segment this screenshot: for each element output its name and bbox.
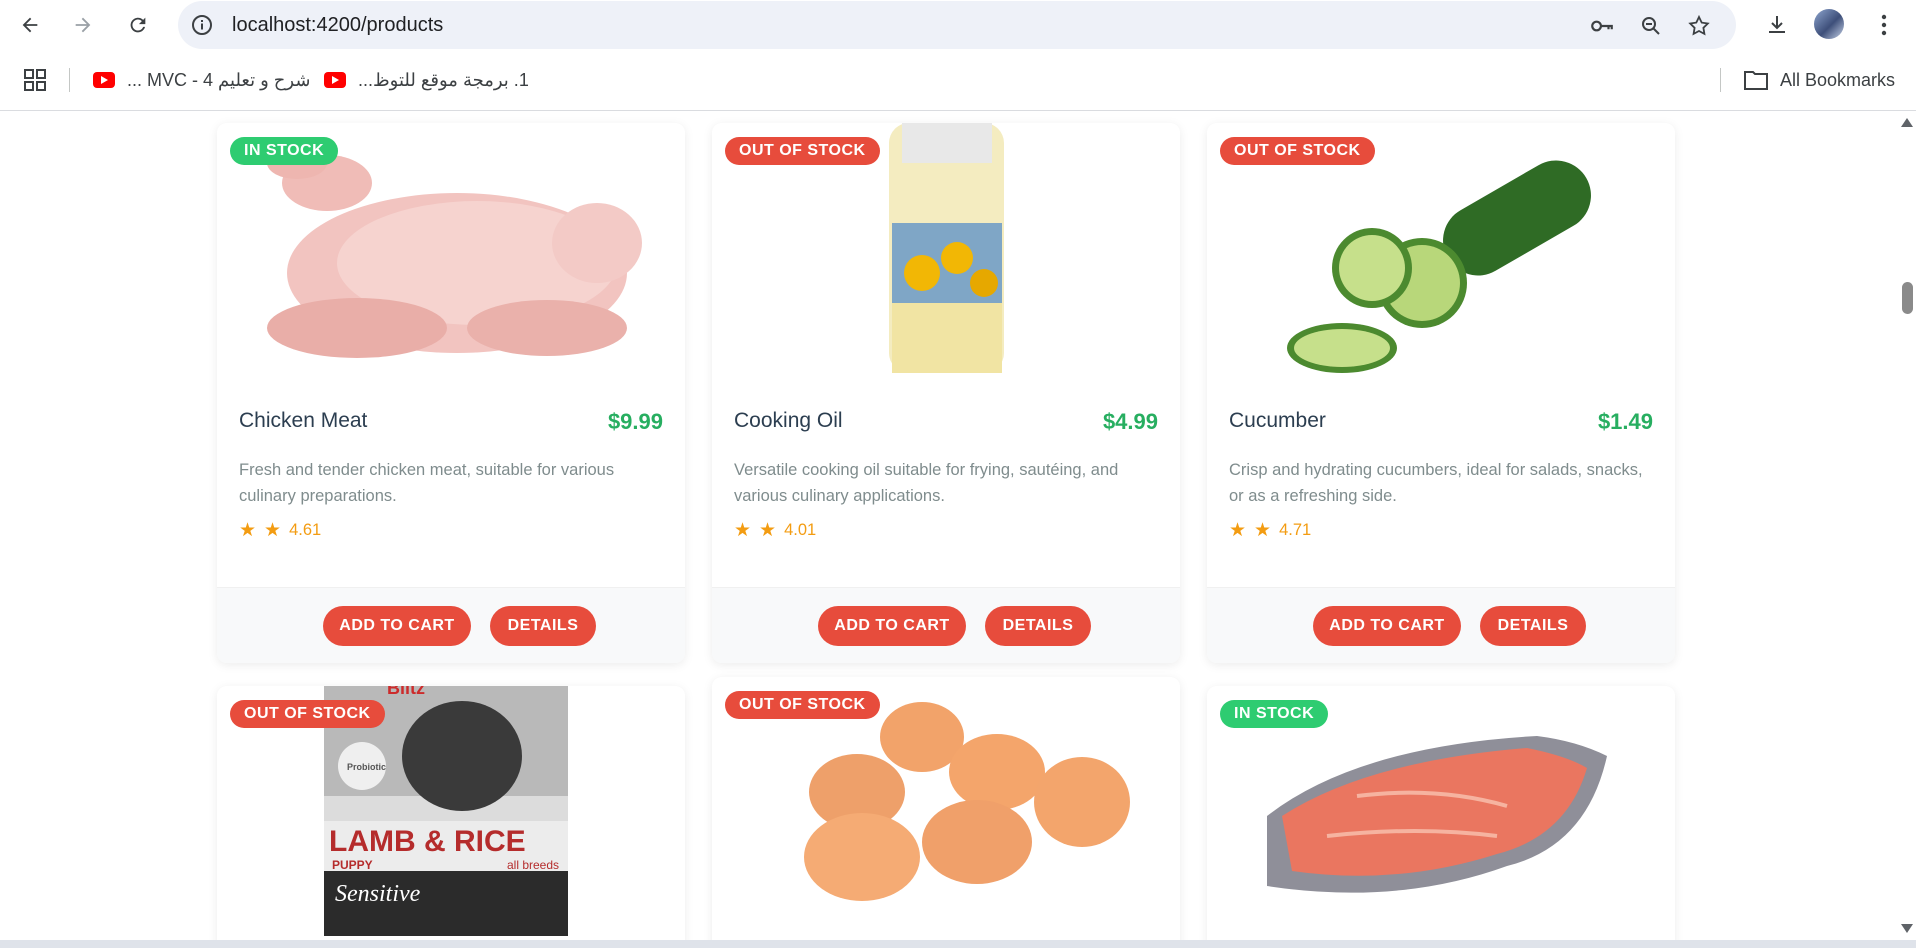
apps-grid-icon[interactable]	[24, 66, 46, 94]
bookmark-divider	[1720, 68, 1721, 92]
product-card: IN STOCK	[1207, 686, 1675, 940]
package-text: PUPPY	[332, 858, 373, 872]
youtube-icon	[324, 72, 346, 88]
product-price: $9.99	[607, 409, 663, 434]
product-card: OUT OF STOCK Cooking Oil $4.99 Versatile…	[712, 123, 1180, 663]
rating-value: 4.01	[784, 521, 817, 539]
bookmark-item[interactable]: 1. برمجة موقع للتوظ...	[324, 66, 529, 94]
star-icon: ★	[264, 520, 282, 541]
details-button[interactable]: DETAILS	[1480, 606, 1586, 646]
status-badge: OUT OF STOCK	[725, 137, 880, 165]
status-badge: OUT OF STOCK	[1220, 137, 1375, 165]
star-icon: ★	[1254, 520, 1272, 541]
status-badge: IN STOCK	[230, 137, 339, 165]
add-to-cart-button[interactable]: ADD TO CART	[818, 606, 966, 646]
card-actions: ADD TO CART DETAILS	[712, 587, 1180, 663]
card-actions: ADD TO CART DETAILS	[217, 587, 685, 663]
star-icon: ★	[734, 520, 752, 541]
product-card: OUT OF STOCK	[712, 677, 1180, 940]
brand-text: Blitz	[387, 686, 425, 698]
product-price: $1.49	[1597, 409, 1653, 434]
product-card: Blitz Probiotic LAMB & RICE PUPPY all br…	[217, 686, 685, 940]
scrollbar[interactable]	[1900, 111, 1916, 940]
product-card: OUT OF STOCK Cucumber $1.49 Crisp and hy…	[1207, 123, 1675, 663]
folder-icon	[1744, 71, 1768, 90]
bookmark-star-icon[interactable]	[1685, 12, 1713, 40]
details-button[interactable]: DETAILS	[985, 606, 1091, 646]
back-icon[interactable]	[14, 9, 46, 41]
all-bookmarks-label: All Bookmarks	[1780, 69, 1896, 90]
download-icon[interactable]	[1761, 9, 1793, 41]
card-actions: ADD TO CART DETAILS	[1207, 587, 1675, 663]
status-badge: OUT OF STOCK	[230, 700, 385, 728]
password-key-icon[interactable]	[1588, 12, 1616, 40]
url-text[interactable]: localhost:4200/products	[232, 14, 443, 37]
add-to-cart-button[interactable]: ADD TO CART	[1313, 606, 1461, 646]
product-card: IN STOCK Chicken Meat $9.99 Fresh and te…	[217, 123, 685, 663]
product-price: $4.99	[1102, 409, 1158, 434]
product-name: Cucumber	[1229, 409, 1326, 432]
rating-value: 4.71	[1279, 521, 1312, 539]
site-info-icon[interactable]	[190, 13, 214, 37]
product-rating: ★ ★ 4.01	[734, 519, 816, 542]
products-page: IN STOCK Chicken Meat $9.99 Fresh and te…	[0, 111, 1900, 940]
product-description: Fresh and tender chicken meat, suitable …	[239, 461, 615, 505]
more-menu-icon[interactable]	[1868, 9, 1900, 41]
star-icon: ★	[759, 520, 777, 541]
package-text: all breeds	[507, 858, 559, 872]
reload-icon[interactable]	[122, 9, 154, 41]
details-button[interactable]: DETAILS	[490, 606, 596, 646]
forward-icon[interactable]	[67, 9, 99, 41]
zoom-icon[interactable]	[1637, 12, 1665, 40]
scroll-up-arrow-icon[interactable]	[1901, 118, 1913, 127]
scroll-down-arrow-icon[interactable]	[1901, 924, 1913, 933]
package-text: Probiotic	[347, 762, 386, 772]
add-to-cart-button[interactable]: ADD TO CART	[323, 606, 471, 646]
profile-avatar[interactable]	[1814, 9, 1844, 39]
browser-toolbar: localhost:4200/products	[0, 0, 1916, 50]
bookmark-item[interactable]: شرح و تعليم MVC - 4 ...	[93, 66, 310, 94]
package-text: Sensitive	[335, 881, 421, 907]
product-description: Versatile cooking oil suitable for fryin…	[734, 461, 1119, 505]
scrollbar-thumb[interactable]	[1902, 282, 1913, 314]
product-rating: ★ ★ 4.71	[1229, 519, 1311, 542]
product-name: Chicken Meat	[239, 409, 368, 432]
product-rating: ★ ★ 4.61	[239, 519, 321, 542]
youtube-icon	[93, 72, 115, 88]
status-badge: IN STOCK	[1220, 700, 1329, 728]
bookmarks-bar: شرح و تعليم MVC - 4 ... 1. برمجة موقع لل…	[0, 58, 1916, 102]
status-badge: OUT OF STOCK	[725, 691, 880, 719]
bookmark-label: 1. برمجة موقع للتوظ...	[358, 69, 529, 90]
all-bookmarks-button[interactable]: All Bookmarks	[1744, 66, 1895, 94]
star-icon: ★	[1229, 520, 1247, 541]
package-text: LAMB & RICE	[329, 825, 526, 858]
address-bar[interactable]: localhost:4200/products	[178, 1, 1736, 49]
product-description: Crisp and hydrating cucumbers, ideal for…	[1229, 461, 1643, 505]
taskbar-edge	[0, 940, 1916, 948]
product-name: Cooking Oil	[734, 409, 843, 432]
bookmark-divider	[69, 68, 70, 92]
star-icon: ★	[239, 520, 257, 541]
bookmark-label: شرح و تعليم MVC - 4 ...	[127, 69, 311, 90]
rating-value: 4.61	[289, 521, 322, 539]
